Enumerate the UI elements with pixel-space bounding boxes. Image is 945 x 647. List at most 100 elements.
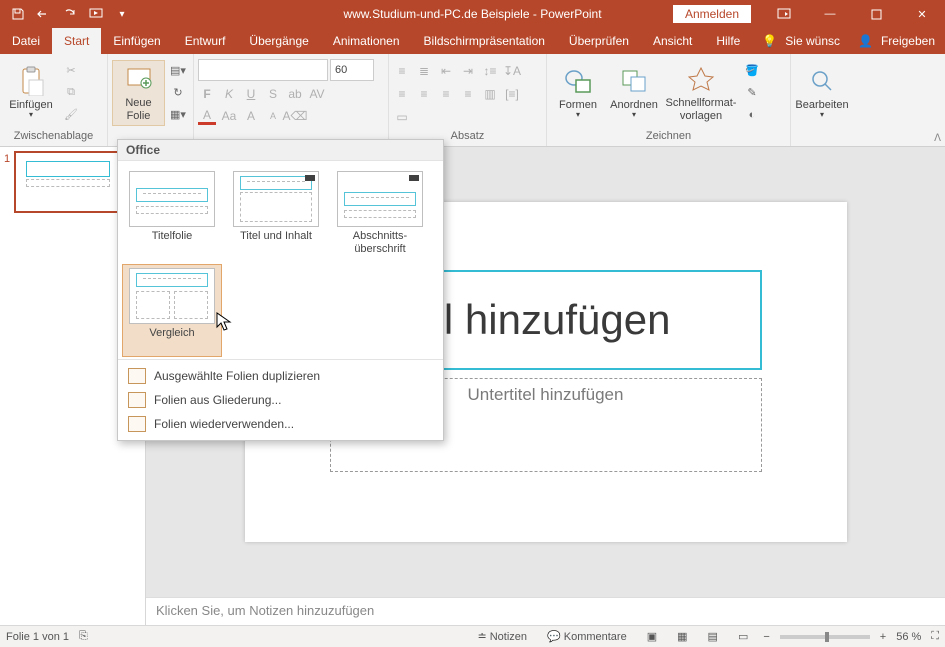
group-clipboard-label: Zwischenablage (4, 128, 103, 146)
align-center-icon[interactable]: ≡ (415, 85, 433, 103)
new-slide-button[interactable]: Neue Folie (112, 60, 165, 126)
layout-icon[interactable]: ▤▾ (167, 61, 189, 81)
sorter-view-icon[interactable]: ▦ (672, 630, 692, 643)
menu-reuse-slides[interactable]: Folien wiederverwenden... (118, 412, 443, 436)
copy-icon[interactable]: ⧉ (60, 83, 82, 103)
zoom-in-button[interactable]: + (880, 631, 886, 643)
increase-indent-icon[interactable]: ⇥ (459, 62, 477, 80)
font-size-input[interactable]: 60 (330, 59, 374, 81)
shape-outline-icon[interactable]: ✎ (741, 83, 763, 103)
tab-ueberpruefen[interactable]: Überprüfen (557, 28, 641, 54)
slide-count: Folie 1 von 1 (6, 631, 69, 643)
document-title: www.Studium-und-PC.de Beispiele - PowerP… (343, 7, 601, 21)
slideshow-view-icon[interactable]: ▭ (733, 630, 753, 643)
tab-animationen[interactable]: Animationen (321, 28, 412, 54)
tab-bildschirmpraesentation[interactable]: Bildschirmpräsentation (412, 28, 557, 54)
font-color-icon[interactable]: A (198, 107, 216, 125)
quick-access-toolbar: ▾ (0, 2, 134, 26)
normal-view-icon[interactable]: ▣ (642, 630, 662, 643)
ribbon: Einfügen ▾ ✂ ⧉ 🖌 Zwischenablage Neue Fol… (0, 54, 945, 147)
spellcheck-icon[interactable]: ⎘ (79, 630, 88, 643)
text-direction-icon[interactable]: ↧A (503, 62, 521, 80)
align-left-icon[interactable]: ≡ (393, 85, 411, 103)
paste-button[interactable]: Einfügen ▾ (4, 60, 58, 126)
arrange-button[interactable]: Anordnen▾ (607, 60, 661, 126)
comments-button[interactable]: 💬 Kommentare (542, 630, 632, 643)
shrink-font-icon[interactable]: A (264, 107, 282, 125)
gallery-header: Office (118, 140, 443, 161)
thumbnail-preview[interactable] (14, 151, 122, 213)
reset-icon[interactable]: ↻ (167, 83, 189, 103)
font-name-input[interactable] (198, 59, 328, 81)
collapse-ribbon-icon[interactable]: ᐱ (934, 133, 941, 144)
zoom-out-button[interactable]: − (763, 631, 769, 643)
columns-icon[interactable]: ▥ (481, 85, 499, 103)
char-spacing-icon[interactable]: AV (308, 85, 326, 103)
align-right-icon[interactable]: ≡ (437, 85, 455, 103)
share-icon[interactable]: 👤 (858, 34, 873, 48)
tab-start[interactable]: Start (52, 28, 101, 54)
undo-icon[interactable] (32, 2, 56, 26)
zoom-slider[interactable] (780, 635, 870, 639)
layout-vergleich[interactable]: Vergleich (122, 264, 222, 357)
fit-window-icon[interactable]: ⛶ (931, 630, 939, 643)
clear-format-icon[interactable]: A⌫ (286, 107, 304, 125)
section-icon[interactable]: ▦▾ (167, 105, 189, 125)
signin-button[interactable]: Anmelden (673, 5, 751, 23)
shape-fill-icon[interactable]: 🪣 (741, 61, 763, 81)
tab-hilfe[interactable]: Hilfe (704, 28, 752, 54)
qat-customize-icon[interactable]: ▾ (110, 2, 134, 26)
quick-styles-icon (685, 63, 717, 95)
convert-smartart-icon[interactable]: ▭ (393, 108, 411, 126)
bullets-icon[interactable]: ≡ (393, 62, 411, 80)
strike-button[interactable]: S (264, 85, 282, 103)
close-icon[interactable]: ✕ (899, 0, 945, 28)
tab-einfuegen[interactable]: Einfügen (101, 28, 172, 54)
redo-icon[interactable] (58, 2, 82, 26)
change-case-icon[interactable]: Aa (220, 107, 238, 125)
lightbulb-icon[interactable]: 💡 (762, 34, 777, 48)
tab-entwurf[interactable]: Entwurf (173, 28, 238, 54)
line-spacing-icon[interactable]: ↕≡ (481, 62, 499, 80)
notes-button[interactable]: ≐ Notizen (473, 630, 533, 643)
layout-titel-und-inhalt[interactable]: Titel und Inhalt (226, 167, 326, 260)
menu-slides-from-outline[interactable]: Folien aus Gliederung... (118, 388, 443, 412)
menu-duplicate-slides[interactable]: Ausgewählte Folien duplizieren (118, 364, 443, 388)
align-text-icon[interactable]: [≡] (503, 85, 521, 103)
status-bar: Folie 1 von 1 ⎘ ≐ Notizen 💬 Kommentare ▣… (0, 625, 945, 647)
tab-uebergaenge[interactable]: Übergänge (237, 28, 320, 54)
numbering-icon[interactable]: ≣ (415, 62, 433, 80)
save-icon[interactable] (6, 2, 30, 26)
layout-abschnittsueberschrift[interactable]: Abschnitts- überschrift (330, 167, 430, 260)
minimize-icon[interactable]: — (807, 0, 853, 28)
italic-button[interactable]: K (220, 85, 238, 103)
arrange-icon (618, 65, 650, 97)
cut-icon[interactable]: ✂ (60, 61, 82, 81)
edit-button[interactable]: Bearbeiten▾ (795, 60, 849, 126)
notes-pane[interactable]: Klicken Sie, um Notizen hinzuzufügen (146, 597, 945, 625)
bold-button[interactable]: F (198, 85, 216, 103)
tab-ansicht[interactable]: Ansicht (641, 28, 704, 54)
underline-button[interactable]: U (242, 85, 260, 103)
format-painter-icon[interactable]: 🖌 (60, 105, 82, 125)
slideshow-from-start-icon[interactable] (84, 2, 108, 26)
shapes-button[interactable]: Formen▾ (551, 60, 605, 126)
justify-icon[interactable]: ≡ (459, 85, 477, 103)
duplicate-icon (128, 368, 146, 384)
shape-effects-icon[interactable]: ◐ (741, 105, 763, 125)
tell-me-text[interactable]: Sie wünsc (785, 34, 840, 48)
text-shadow-icon[interactable]: ab (286, 85, 304, 103)
quick-styles-button[interactable]: Schnellformat- vorlagen (663, 60, 739, 126)
shapes-icon (562, 65, 594, 97)
share-button[interactable]: Freigeben (881, 34, 935, 48)
layout-titelfolie[interactable]: Titelfolie (122, 167, 222, 260)
reading-view-icon[interactable]: ▤ (703, 630, 723, 643)
clipboard-icon (15, 65, 47, 97)
ribbon-display-options-icon[interactable] (761, 0, 807, 28)
maximize-icon[interactable] (853, 0, 899, 28)
decrease-indent-icon[interactable]: ⇤ (437, 62, 455, 80)
grow-font-icon[interactable]: A (242, 107, 260, 125)
zoom-level[interactable]: 56 % (896, 631, 921, 643)
outline-icon (128, 392, 146, 408)
tab-datei[interactable]: Datei (0, 28, 52, 54)
